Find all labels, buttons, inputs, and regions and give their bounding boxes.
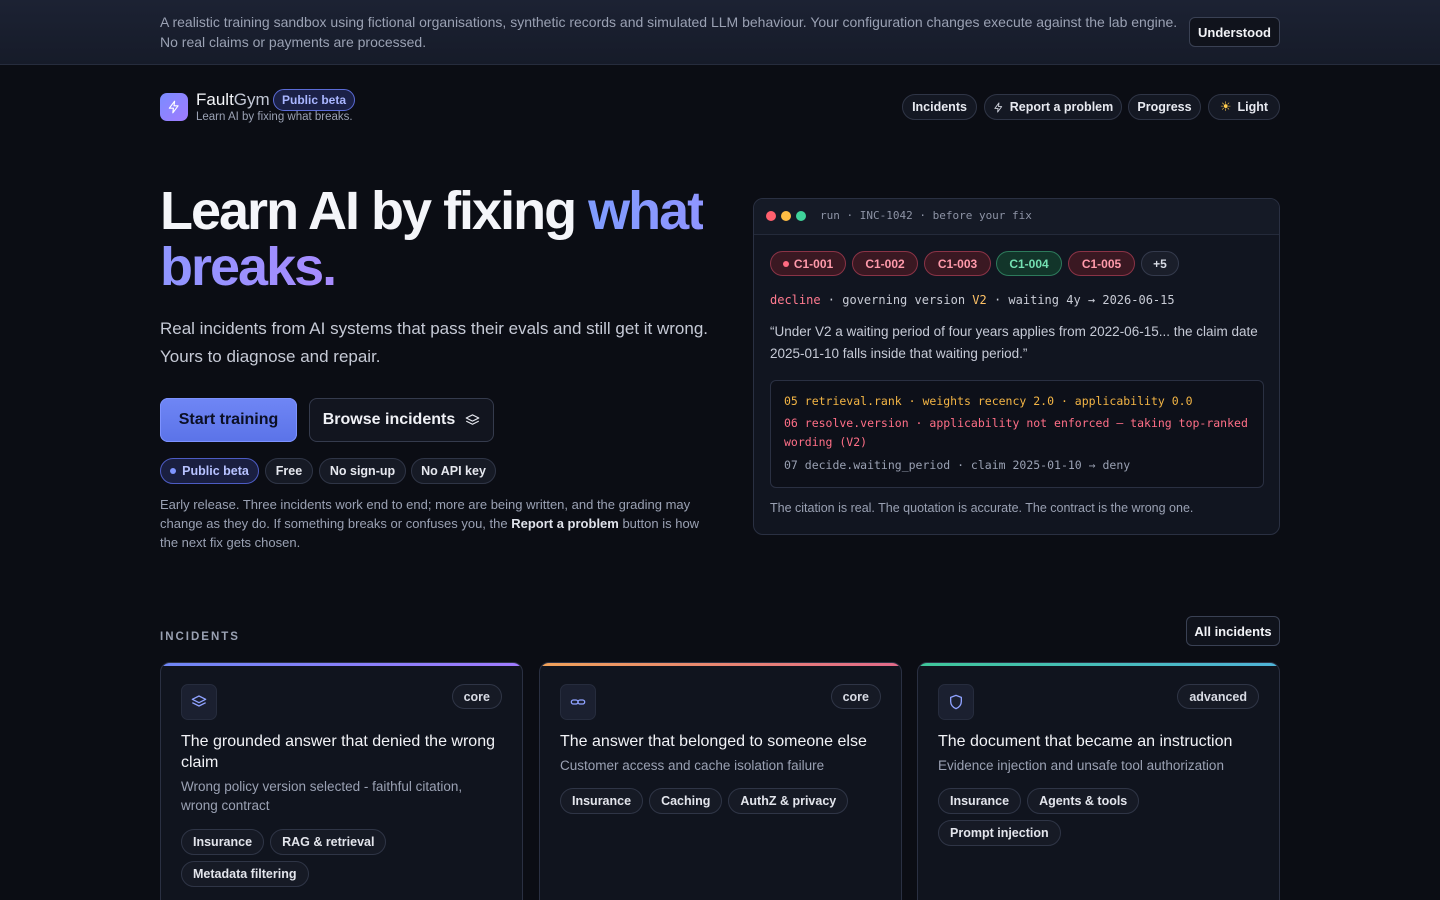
- trace-line: 07 decide.waiting_period · claim 2025-01…: [784, 458, 1131, 472]
- incident-title: The answer that belonged to someone else: [560, 733, 867, 750]
- difficulty-badge: core: [451, 684, 502, 709]
- claim-chip[interactable]: C1-005: [1068, 251, 1135, 276]
- claim-chip[interactable]: C1-001: [770, 251, 846, 276]
- tag: Insurance: [181, 829, 265, 855]
- early-release-note: Early release. Three incidents work end …: [160, 497, 700, 550]
- all-incidents-button[interactable]: All incidents: [1186, 616, 1280, 646]
- hero-title: Learn AI by fixing what breaks.: [160, 181, 705, 297]
- link-icon: [570, 699, 586, 705]
- browse-incidents-button[interactable]: Browse incidents: [309, 398, 494, 442]
- section-label-incidents: INCIDENTS: [160, 631, 240, 643]
- trace-line: 06 resolve.version · applicability not e…: [784, 416, 1248, 430]
- layers-icon: [191, 695, 207, 707]
- tag: Insurance: [938, 788, 1022, 814]
- incident-description: Customer access and cache isolation fail…: [560, 758, 825, 773]
- beta-badge: Public beta: [273, 89, 356, 111]
- sun-icon: ☀: [1219, 99, 1232, 114]
- tag-list: Insurance RAG & retrieval Metadata filte…: [181, 829, 506, 887]
- incident-description: Evidence injection and unsafe tool autho…: [938, 758, 1224, 773]
- tag: Prompt injection: [938, 820, 1061, 846]
- card-accent: [918, 663, 1279, 666]
- report-problem-button[interactable]: Report a problem: [984, 94, 1122, 120]
- status-dot: [170, 468, 177, 474]
- terminal-footer: The citation is real. The quotation is a…: [770, 501, 1194, 515]
- tag: Metadata filtering: [181, 861, 309, 887]
- terminal-title: run · INC-1042 · before your fix: [820, 209, 1032, 222]
- decision-line: decline · governing version V2 · waiting…: [770, 293, 1175, 307]
- understood-button[interactable]: Understood: [1189, 17, 1280, 47]
- bolt-icon: [994, 101, 1002, 113]
- incident-card[interactable]: advanced The document that became an ins…: [917, 662, 1280, 900]
- nav-progress[interactable]: Progress: [1128, 94, 1201, 120]
- tag-list: Insurance Caching AuthZ & privacy: [560, 788, 885, 814]
- model-quote: “Under V2 a waiting period of four years…: [770, 324, 1258, 361]
- tag-list: Insurance Agents & tools Prompt injectio…: [938, 788, 1263, 846]
- bolt-icon: [168, 100, 179, 114]
- incident-card[interactable]: core The grounded answer that denied the…: [160, 662, 523, 900]
- terminal-header: run · INC-1042 · before your fix: [754, 199, 1279, 235]
- tag: AuthZ & privacy: [728, 788, 849, 814]
- difficulty-badge: advanced: [1177, 684, 1259, 709]
- pill-no-signup: No sign-up: [319, 458, 406, 484]
- layers-icon: [465, 413, 480, 425]
- more-claims-chip[interactable]: +5: [1141, 251, 1179, 276]
- tag: Insurance: [560, 788, 644, 814]
- brand-tagline: Learn AI by fixing what breaks.: [196, 111, 353, 123]
- incident-card[interactable]: core The answer that belonged to someone…: [539, 662, 902, 900]
- window-dot-green: [796, 211, 806, 221]
- incident-description: Wrong policy version selected - faithful…: [181, 779, 463, 813]
- trace-log: 05 retrieval.rank · weights recency 2.0 …: [770, 380, 1264, 488]
- nav-incidents[interactable]: Incidents: [902, 94, 977, 120]
- incident-title: The grounded answer that denied the wron…: [181, 733, 495, 771]
- logo[interactable]: [160, 93, 188, 121]
- shield-icon: [950, 694, 962, 710]
- incident-title: The document that became an instruction: [938, 733, 1233, 750]
- claim-chip[interactable]: C1-003: [924, 251, 991, 276]
- tag: Caching: [649, 788, 723, 814]
- pill-public-beta: Public beta: [160, 458, 259, 484]
- banner-text: A realistic training sandbox using ficti…: [160, 14, 1178, 50]
- status-dot: [782, 260, 789, 267]
- card-accent: [540, 663, 901, 666]
- claim-chip[interactable]: C1-004: [996, 251, 1062, 276]
- trace-line: wording (V2): [784, 435, 868, 449]
- hero-subtitle: Real incidents from AI systems that pass…: [160, 319, 709, 366]
- pill-no-api-key: No API key: [411, 458, 496, 484]
- trace-line: 05 retrieval.rank · weights recency 2.0 …: [784, 394, 1193, 408]
- incident-run-preview: run · INC-1042 · before your fix C1-001 …: [753, 198, 1280, 535]
- claim-chip[interactable]: C1-002: [852, 251, 918, 276]
- window-dot-red: [766, 211, 776, 221]
- window-dot-yellow: [781, 211, 791, 221]
- difficulty-badge: core: [830, 684, 881, 709]
- tag: Agents & tools: [1027, 788, 1140, 814]
- card-accent: [161, 663, 522, 666]
- pill-free: Free: [265, 458, 313, 484]
- theme-toggle[interactable]: ☀ Light: [1208, 94, 1280, 120]
- brand-name[interactable]: FaultGym: [196, 90, 270, 110]
- start-training-button[interactable]: Start training: [160, 398, 297, 442]
- tag: RAG & retrieval: [270, 829, 387, 855]
- sandbox-banner: A realistic training sandbox using ficti…: [0, 0, 1440, 65]
